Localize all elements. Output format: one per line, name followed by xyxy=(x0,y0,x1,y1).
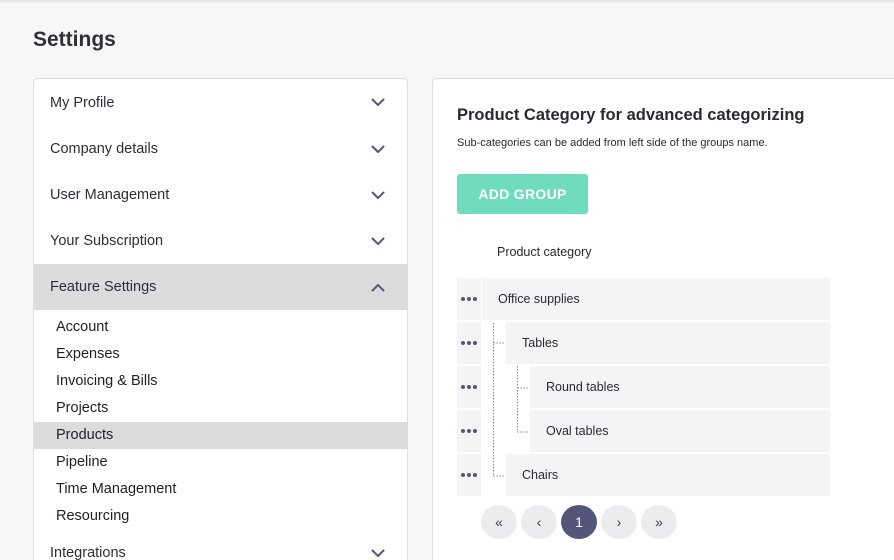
prev-page-button[interactable]: ‹ xyxy=(521,505,557,539)
chevron-down-icon xyxy=(371,188,385,202)
feature-settings-list: Account Expenses Invoicing & Bills Proje… xyxy=(34,310,407,534)
page-1-button[interactable]: 1 xyxy=(561,505,597,539)
row-options-menu[interactable] xyxy=(457,366,481,408)
tree-node-oval-tables[interactable]: Oval tables xyxy=(530,410,830,452)
row-options-menu[interactable] xyxy=(457,322,481,364)
next-page-button[interactable]: › xyxy=(601,505,637,539)
feature-item-pipeline[interactable]: Pipeline xyxy=(34,449,407,476)
feature-item-expenses[interactable]: Expenses xyxy=(34,341,407,368)
page-title: Settings xyxy=(33,28,116,51)
feature-item-projects[interactable]: Projects xyxy=(34,395,407,422)
feature-item-invoicing-bills[interactable]: Invoicing & Bills xyxy=(34,368,407,395)
section-user-management[interactable]: User Management xyxy=(34,172,407,218)
chevron-down-icon xyxy=(371,142,385,156)
feature-item-resourcing[interactable]: Resourcing xyxy=(34,503,407,530)
section-label: Feature Settings xyxy=(50,279,157,295)
section-your-subscription[interactable]: Your Subscription xyxy=(34,218,407,264)
pagination: « ‹ 1 › » xyxy=(481,505,681,539)
section-label: Integrations xyxy=(50,545,126,560)
tree-node-chairs[interactable]: Chairs xyxy=(506,454,830,496)
tree-node-office-supplies[interactable]: Office supplies xyxy=(482,278,830,320)
feature-item-account[interactable]: Account xyxy=(34,314,407,341)
product-category-panel: Product Category for advanced categorizi… xyxy=(432,78,894,560)
row-options-menu[interactable] xyxy=(457,410,481,452)
section-label: My Profile xyxy=(50,94,115,111)
top-bar xyxy=(0,0,894,4)
first-page-button[interactable]: « xyxy=(481,505,517,539)
section-feature-settings[interactable]: Feature Settings xyxy=(34,264,407,310)
row-options-menu[interactable] xyxy=(457,454,481,496)
section-label: Your Subscription xyxy=(50,233,164,249)
feature-item-time-management[interactable]: Time Management xyxy=(34,476,407,503)
section-label: Company details xyxy=(50,141,158,157)
section-integrations[interactable]: Integrations xyxy=(34,534,407,560)
last-page-button[interactable]: » xyxy=(641,505,677,539)
tree-node-tables[interactable]: Tables xyxy=(506,322,830,364)
chevron-down-icon xyxy=(371,234,385,248)
chevron-up-icon xyxy=(371,280,385,294)
chevron-down-icon xyxy=(371,96,385,110)
chevron-down-icon xyxy=(371,546,385,560)
section-company-details[interactable]: Company details xyxy=(34,126,407,172)
settings-accordion: My Profile Company details User Manageme… xyxy=(33,78,408,560)
feature-item-products[interactable]: Products xyxy=(34,422,407,449)
tree-node-round-tables[interactable]: Round tables xyxy=(530,366,830,408)
row-options-menu[interactable] xyxy=(457,278,481,320)
section-my-profile[interactable]: My Profile xyxy=(34,79,407,126)
section-label: User Management xyxy=(50,187,170,203)
